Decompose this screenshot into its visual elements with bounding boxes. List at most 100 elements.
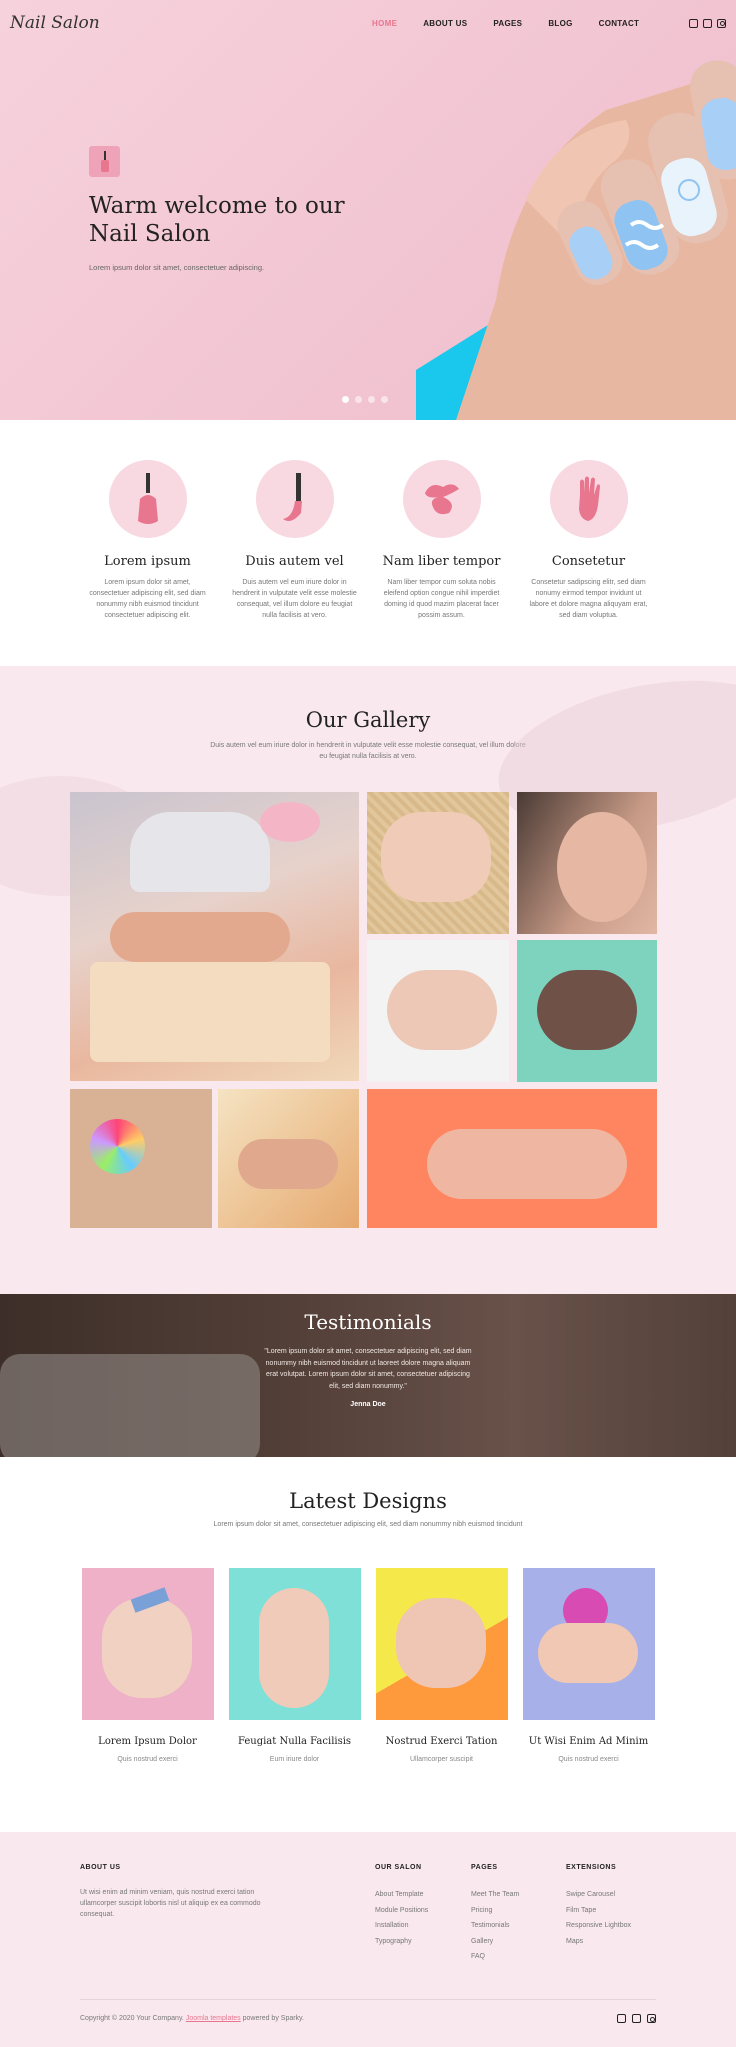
gallery-image-filing[interactable] — [367, 940, 509, 1082]
gallery-grid — [70, 792, 657, 1228]
slider-dots — [342, 396, 388, 403]
footer-social — [617, 2014, 656, 2023]
brush-icon — [255, 460, 334, 538]
footer-link[interactable]: Maps — [566, 1934, 631, 1950]
feature-text: Nam liber tempor cum soluta nobis eleife… — [383, 579, 500, 619]
design-image[interactable] — [228, 1568, 361, 1720]
footer-link[interactable]: Swipe Carousel — [566, 1887, 631, 1903]
footer: ABOUT US Ut wisi enim ad minim veniam, q… — [0, 1832, 736, 2047]
footer-extensions: EXTENSIONS Swipe Carousel Film Tape Resp… — [566, 1864, 631, 1949]
nav-blog[interactable]: BLOG — [548, 19, 572, 28]
feature-title: Consetetur — [551, 554, 626, 569]
gallery-image-face[interactable] — [517, 792, 657, 934]
design-card[interactable]: Feugiat Nulla Facilisis Eum iriure dolor — [228, 1568, 361, 1763]
feature-item: Nam liber tempor Nam liber tempor cum so… — [379, 460, 504, 666]
testimonial-author: Jenna Doe — [350, 1401, 386, 1408]
design-title: Nostrud Exerci Tation — [385, 1736, 498, 1747]
instagram-icon[interactable] — [647, 2014, 656, 2023]
footer-link[interactable]: About Template — [375, 1887, 428, 1903]
design-subtitle: Quis nostrud exerci — [558, 1756, 619, 1763]
copyright-powered: powered by Sparky. — [242, 2015, 304, 2022]
facebook-icon[interactable] — [617, 2014, 626, 2023]
footer-link[interactable]: Film Tape — [566, 1903, 631, 1919]
footer-divider — [80, 1999, 656, 2000]
hero-hand-image — [456, 60, 736, 420]
footer-link[interactable]: Testimonials — [471, 1918, 519, 1934]
gallery-section: Our Gallery Duis autem vel eum iriure do… — [0, 666, 736, 1294]
nav-home[interactable]: HOME — [372, 19, 397, 28]
footer-link[interactable]: FAQ — [471, 1949, 519, 1965]
footer-link[interactable]: Meet The Team — [471, 1887, 519, 1903]
design-card[interactable]: Ut Wisi Enim Ad Minim Quis nostrud exerc… — [522, 1568, 655, 1763]
design-image[interactable] — [522, 1568, 655, 1720]
slider-dot[interactable] — [355, 396, 362, 403]
nail-polish-icon — [89, 146, 120, 177]
testimonials-title: Testimonials — [304, 1310, 432, 1334]
footer-link[interactable]: Gallery — [471, 1934, 519, 1950]
design-title: Ut Wisi Enim Ad Minim — [528, 1736, 649, 1747]
slider-dot[interactable] — [381, 396, 388, 403]
design-card[interactable]: Lorem Ipsum Dolor Quis nostrud exerci — [81, 1568, 214, 1763]
footer-link[interactable]: Installation — [375, 1918, 428, 1934]
logo[interactable]: Nail Salon — [10, 13, 100, 33]
design-cards: Lorem Ipsum Dolor Quis nostrud exerci Fe… — [0, 1568, 736, 1763]
nav-pages[interactable]: PAGES — [493, 19, 522, 28]
hero-subtitle: Lorem ipsum dolor sit amet, consectetuer… — [89, 263, 265, 272]
latest-designs-section: Latest Designs Lorem ipsum dolor sit ame… — [0, 1457, 736, 1832]
design-subtitle: Eum iriure dolor — [269, 1756, 320, 1763]
design-card[interactable]: Nostrud Exerci Tation Ullamcorper suscip… — [375, 1568, 508, 1763]
gallery-image-salon[interactable] — [218, 1089, 359, 1228]
footer-about-text: Ut wisi enim ad minim veniam, quis nostr… — [80, 1889, 261, 1918]
nav-contact[interactable]: CONTACT — [599, 19, 640, 28]
design-title: Lorem Ipsum Dolor — [98, 1736, 197, 1747]
gallery-description: Duis autem vel eum iriure dolor in hendr… — [210, 742, 526, 760]
footer-about: ABOUT US Ut wisi enim ad minim veniam, q… — [80, 1864, 265, 1920]
slider-dot[interactable] — [368, 396, 375, 403]
design-image[interactable] — [81, 1568, 214, 1720]
gallery-image-polka[interactable] — [367, 1089, 657, 1228]
nav-about-us[interactable]: ABOUT US — [423, 19, 467, 28]
feature-item: Duis autem vel Duis autem vel eum iriure… — [232, 460, 357, 666]
header-bar: Nail Salon HOME ABOUT US PAGES BLOG CONT… — [0, 0, 736, 46]
footer-link[interactable]: Module Positions — [375, 1903, 428, 1919]
gallery-image-manicure[interactable] — [70, 792, 359, 1081]
footer-extensions-title: EXTENSIONS — [566, 1864, 617, 1871]
testimonial-quote: "Lorem ipsum dolor sit amet, consectetue… — [264, 1348, 472, 1390]
feature-text: Lorem ipsum dolor sit amet, consectetuer… — [89, 579, 206, 619]
footer-link[interactable]: Responsive Lightbox — [566, 1918, 631, 1934]
instagram-icon[interactable] — [717, 18, 726, 28]
nail-polish-icon — [108, 460, 187, 538]
footer-pages: PAGES Meet The Team Pricing Testimonials… — [471, 1864, 519, 1965]
footer-our-salon-title: OUR SALON — [375, 1864, 422, 1871]
feature-title: Nam liber tempor — [382, 554, 501, 569]
feature-text: Consetetur sadipscing elitr, sed diam no… — [529, 579, 648, 619]
feature-item: Lorem ipsum Lorem ipsum dolor sit amet, … — [85, 460, 210, 666]
slider-dot[interactable] — [342, 396, 349, 403]
facebook-icon[interactable] — [689, 18, 698, 28]
footer-about-title: ABOUT US — [80, 1864, 121, 1871]
copyright-text: Copyright © 2020 Your Company. — [80, 2015, 184, 2022]
footer-pages-title: PAGES — [471, 1864, 498, 1871]
feature-title: Lorem ipsum — [104, 554, 191, 569]
gallery-image-feet-hands[interactable] — [367, 792, 509, 934]
footer-link[interactable]: Typography — [375, 1934, 428, 1950]
design-subtitle: Quis nostrud exerci — [117, 1756, 178, 1763]
design-subtitle: Ullamcorper suscipit — [409, 1756, 474, 1763]
latest-description: Lorem ipsum dolor sit amet, consectetuer… — [213, 1521, 523, 1528]
feature-text: Duis autem vel eum iriure dolor in hendr… — [232, 579, 357, 619]
feature-title: Duis autem vel — [245, 554, 344, 569]
gallery-image-teal[interactable] — [517, 940, 657, 1082]
copyright-link[interactable]: Joomla templates — [186, 2015, 241, 2022]
hero-section: Nail Salon HOME ABOUT US PAGES BLOG CONT… — [0, 0, 736, 420]
footer-link[interactable]: Pricing — [471, 1903, 519, 1919]
design-title: Feugiat Nulla Facilisis — [237, 1736, 352, 1747]
copyright: Copyright © 2020 Your Company. Joomla te… — [80, 2015, 304, 2022]
features-section: Lorem ipsum Lorem ipsum dolor sit amet, … — [0, 420, 736, 666]
twitter-icon[interactable] — [632, 2014, 641, 2023]
twitter-icon[interactable] — [703, 18, 712, 28]
hand-icon — [549, 460, 628, 538]
latest-title: Latest Designs — [289, 1489, 447, 1513]
gallery-image-color-wheel[interactable] — [70, 1089, 212, 1228]
feature-item: Consetetur Consetetur sadipscing elitr, … — [526, 460, 651, 666]
design-image[interactable] — [375, 1568, 508, 1720]
